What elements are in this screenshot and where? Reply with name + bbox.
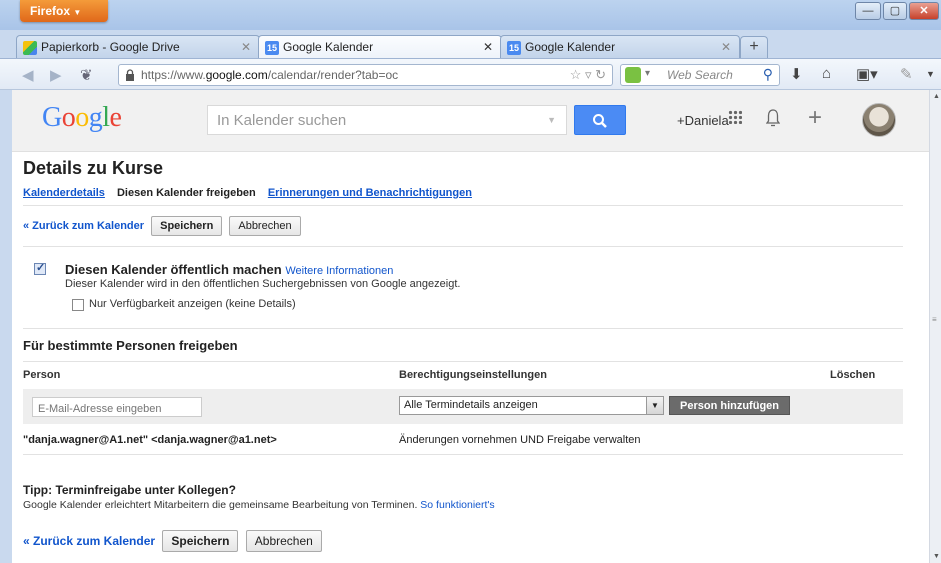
- identity-icon[interactable]: ❦: [80, 66, 93, 84]
- chevron-down-icon[interactable]: ▾: [645, 68, 650, 79]
- notifications-bell-icon[interactable]: [766, 108, 780, 128]
- new-tab-button[interactable]: +: [740, 36, 768, 58]
- column-header-delete: Löschen: [830, 369, 876, 381]
- save-button[interactable]: Speichern: [162, 530, 239, 552]
- calendar-search-placeholder: In Kalender suchen: [217, 112, 347, 129]
- make-public-title: Diesen Kalender öffentlich machen: [65, 262, 282, 277]
- url-prefix: https://www.: [141, 68, 206, 82]
- divider: [23, 454, 903, 455]
- url-path: /calendar/render?tab=oc: [267, 68, 399, 82]
- maximize-button[interactable]: ▢: [883, 2, 907, 20]
- tip-text: Google Kalender erleichtert Mitarbeitern…: [23, 499, 495, 511]
- google-header: Google In Kalender suchen ▼ +Daniela +: [12, 90, 929, 152]
- url-host: google.com: [205, 68, 268, 82]
- availability-only-checkbox[interactable]: [72, 299, 84, 311]
- chevron-down-icon: ▼: [73, 8, 82, 17]
- column-header-person: Person: [23, 369, 61, 381]
- divider: [23, 246, 903, 247]
- tab-calendar-details[interactable]: Kalenderdetails: [23, 187, 105, 199]
- share-plus-icon[interactable]: +: [808, 104, 822, 132]
- divider: [23, 361, 903, 362]
- page-content: Google In Kalender suchen ▼ +Daniela + D…: [12, 90, 929, 563]
- share-section-heading: Für bestimmte Personen freigeben: [23, 338, 238, 353]
- google-drive-icon: [23, 41, 37, 55]
- cancel-button[interactable]: Abbrechen: [245, 530, 322, 552]
- firefox-menu-button[interactable]: Firefox ▼: [20, 0, 108, 22]
- close-window-button[interactable]: ✕: [909, 2, 939, 20]
- make-public-checkbox[interactable]: [34, 261, 46, 275]
- lock-icon: [126, 69, 134, 81]
- more-info-link[interactable]: Weitere Informationen: [285, 265, 393, 277]
- firefox-menu-label: Firefox: [30, 4, 71, 18]
- scroll-grip-icon[interactable]: ≡: [932, 315, 937, 324]
- back-to-calendar-link[interactable]: « Zurück zum Kalender: [23, 534, 155, 548]
- search-icon: [593, 114, 607, 128]
- window-titlebar: Firefox ▼ — ▢ ✕: [0, 0, 941, 30]
- email-field[interactable]: [32, 397, 202, 417]
- page-scrollbar[interactable]: ▲ ≡ ▼: [929, 90, 941, 563]
- make-public-description: Dieser Kalender wird in den öffentlichen…: [65, 278, 461, 290]
- how-it-works-link[interactable]: So funktioniert's: [420, 499, 494, 511]
- tab-share-calendar[interactable]: Diesen Kalender freigeben: [117, 187, 256, 199]
- user-profile-link[interactable]: +Daniela: [677, 113, 729, 128]
- back-arrow-icon[interactable]: ◀: [22, 66, 34, 84]
- tab-reminders-notifications[interactable]: Erinnerungen und Benachrichtigungen: [268, 187, 472, 199]
- make-public-label: Diesen Kalender öffentlich machen Weiter…: [65, 262, 393, 277]
- tip-description: Google Kalender erleichtert Mitarbeitern…: [23, 499, 418, 511]
- cancel-button[interactable]: Abbrechen: [229, 216, 301, 236]
- tab-label: Google Kalender: [525, 40, 616, 54]
- tab-google-drive[interactable]: Papierkorb - Google Drive ✕: [16, 35, 260, 58]
- close-tab-icon[interactable]: ✕: [721, 40, 731, 54]
- tab-label: Papierkorb - Google Drive: [41, 40, 180, 54]
- bookmarks-icon[interactable]: ▣▾: [856, 65, 878, 83]
- google-calendar-icon: 15: [507, 41, 521, 55]
- url-bar[interactable]: https://www.google.com/calendar/render?t…: [118, 64, 613, 86]
- close-tab-icon[interactable]: ✕: [483, 40, 493, 54]
- scroll-down-icon[interactable]: ▼: [933, 553, 940, 560]
- tab-google-calendar-active[interactable]: 15 Google Kalender ✕: [258, 35, 502, 58]
- save-button[interactable]: Speichern: [151, 216, 223, 236]
- minimize-button[interactable]: —: [855, 2, 881, 20]
- scroll-up-icon[interactable]: ▲: [933, 93, 940, 100]
- top-action-bar: « Zurück zum Kalender Speichern Abbreche…: [23, 216, 301, 236]
- home-icon[interactable]: ⌂: [822, 65, 831, 82]
- close-tab-icon[interactable]: ✕: [241, 40, 251, 54]
- bookmark-star-icon[interactable]: ☆ ▿ ↻: [570, 67, 606, 83]
- chevron-down-icon[interactable]: ▼: [547, 115, 556, 125]
- tab-label: Google Kalender: [283, 40, 374, 54]
- add-person-button[interactable]: Person hinzufügen: [669, 396, 790, 415]
- permission-select-value: Alle Termindetails anzeigen: [404, 399, 538, 411]
- forward-arrow-icon[interactable]: ▶: [50, 66, 62, 84]
- search-button[interactable]: [574, 105, 626, 135]
- divider: [23, 205, 903, 206]
- navigation-bar: ◀ ▶ ❦ https://www.google.com/calendar/re…: [0, 58, 941, 90]
- addon-icon[interactable]: ✎: [900, 65, 913, 83]
- tab-google-calendar[interactable]: 15 Google Kalender ✕: [500, 35, 740, 58]
- google-calendar-icon: 15: [265, 41, 279, 55]
- column-header-permissions: Berechtigungseinstellungen: [399, 369, 547, 381]
- page-title: Details zu Kurse: [23, 158, 164, 178]
- permission-select[interactable]: Alle Termindetails anzeigen ▼: [399, 396, 664, 415]
- divider: [23, 328, 903, 329]
- google-logo[interactable]: Google: [42, 102, 122, 134]
- search-engine-icon[interactable]: [625, 67, 641, 83]
- apps-grid-icon[interactable]: [728, 110, 742, 124]
- bottom-action-bar: « Zurück zum Kalender Speichern Abbreche…: [23, 530, 322, 552]
- web-search-field[interactable]: ▾ Web Search ⚲: [620, 64, 780, 86]
- add-person-row: Alle Termindetails anzeigen ▼ Person hin…: [23, 389, 903, 424]
- search-icon[interactable]: ⚲: [763, 66, 773, 83]
- availability-only-label: Nur Verfügbarkeit anzeigen (keine Detail…: [89, 298, 296, 310]
- calendar-search-input[interactable]: In Kalender suchen ▼: [207, 105, 567, 135]
- settings-subtabs: Kalenderdetails Diesen Kalender freigebe…: [23, 187, 481, 199]
- download-icon[interactable]: ⬇: [790, 65, 803, 83]
- web-search-placeholder: Web Search: [667, 68, 733, 82]
- shared-person-permission[interactable]: Änderungen vornehmen UND Freigabe verwal…: [399, 434, 641, 446]
- avatar[interactable]: [862, 103, 896, 137]
- tip-heading: Tipp: Terminfreigabe unter Kollegen?: [23, 483, 236, 497]
- back-to-calendar-link[interactable]: « Zurück zum Kalender: [23, 220, 144, 232]
- shared-person-email: "danja.wagner@A1.net" <danja.wagner@a1.n…: [23, 434, 277, 446]
- chevron-down-icon[interactable]: ▼: [926, 69, 935, 79]
- chevron-down-icon[interactable]: ▼: [646, 397, 663, 414]
- tab-strip: Papierkorb - Google Drive ✕ 15 Google Ka…: [0, 32, 941, 58]
